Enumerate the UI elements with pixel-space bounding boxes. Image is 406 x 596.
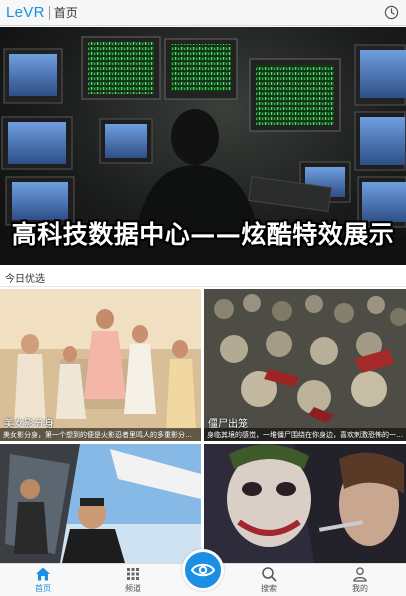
banner-carousel[interactable]: 高科技数据中心——炫酷特效展示 <box>0 27 406 265</box>
user-icon <box>353 567 367 582</box>
banner-caption: 高科技数据中心——炫酷特效展示 <box>11 220 395 249</box>
video-tile[interactable] <box>0 444 201 563</box>
tab-profile[interactable]: 我的 <box>340 566 380 594</box>
eye-icon <box>191 563 215 577</box>
tab-label: 搜索 <box>261 584 277 593</box>
section-title: 今日优选 <box>5 274 45 285</box>
video-tile[interactable]: 僵尸出笼 身临其境的感觉，一堆僵尸围绕在你身边，喜欢刺激恐怖的一定... <box>204 289 406 441</box>
tile-description: 美女影分身，第一个想到的便是火影忍者里鸣人的多重影分身了... <box>0 428 201 441</box>
video-tile[interactable] <box>204 444 406 563</box>
tab-label: 频道 <box>125 584 141 593</box>
tab-label: 我的 <box>352 584 368 593</box>
divider <box>0 286 406 287</box>
app-logo[interactable]: LeVR <box>6 4 45 21</box>
tab-home[interactable]: 首页 <box>23 566 63 594</box>
vr-center-button[interactable] <box>182 549 224 591</box>
tab-channels[interactable]: 频道 <box>113 566 153 594</box>
grid-icon <box>127 568 139 580</box>
tile-description: 身临其境的感觉，一堆僵尸围绕在你身边，喜欢刺激恐怖的一定... <box>204 428 406 441</box>
home-icon <box>36 567 50 581</box>
app-header: LeVR 首页 <box>0 0 406 26</box>
video-tile[interactable]: 美女影分身 美女影分身，第一个想到的便是火影忍者里鸣人的多重影分身了... <box>0 289 201 441</box>
search-icon <box>262 567 277 582</box>
tab-search[interactable]: 搜索 <box>249 566 289 594</box>
tile-thumbnail <box>0 444 201 563</box>
tab-label: 首页 <box>35 584 51 593</box>
logo-separator <box>48 5 50 20</box>
tile-thumbnail <box>204 444 406 563</box>
clock-icon[interactable] <box>384 5 399 20</box>
page-title: 首页 <box>53 6 78 20</box>
